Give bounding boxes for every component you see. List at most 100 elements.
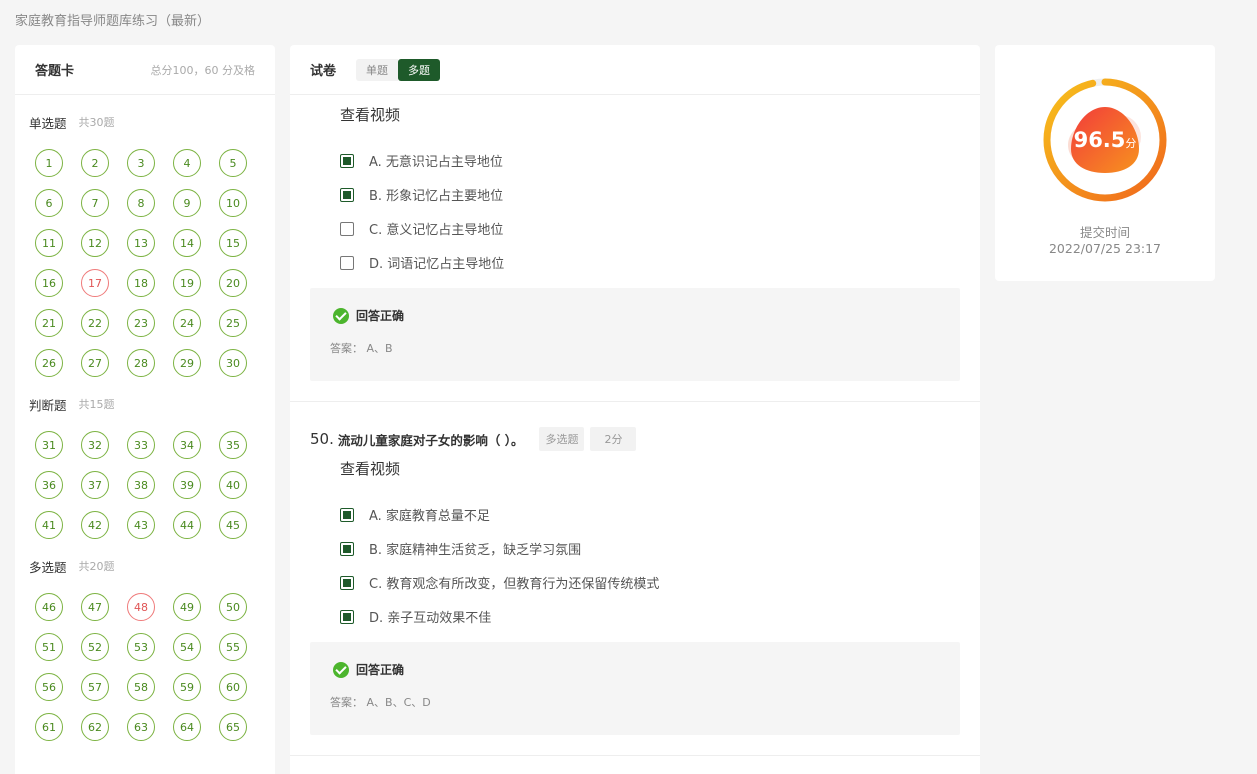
question-number-button[interactable]: 5 <box>219 149 247 177</box>
question-number-button[interactable]: 39 <box>173 471 201 499</box>
q49-option-b[interactable]: B. 形象记忆占主要地位 <box>340 185 503 204</box>
question-number-button[interactable]: 18 <box>127 269 155 297</box>
question-number-button[interactable]: 65 <box>219 713 247 741</box>
question-number-button[interactable]: 8 <box>127 189 155 217</box>
q50-option-a[interactable]: A. 家庭教育总量不足 <box>340 505 490 524</box>
question-number-button[interactable]: 30 <box>219 349 247 377</box>
question-number-button[interactable]: 3 <box>127 149 155 177</box>
question-number-button[interactable]: 26 <box>35 349 63 377</box>
question-number-button[interactable]: 42 <box>81 511 109 539</box>
checkbox[interactable] <box>340 255 354 270</box>
section-name: 判断题 <box>29 397 67 413</box>
question-number-button[interactable]: 36 <box>35 471 63 499</box>
checkbox[interactable] <box>340 187 354 202</box>
question-number-button[interactable]: 44 <box>173 511 201 539</box>
question-number: 50. <box>310 430 334 448</box>
question-number-button[interactable]: 22 <box>81 309 109 337</box>
checkbox[interactable] <box>340 221 354 236</box>
question-number-button[interactable]: 37 <box>81 471 109 499</box>
option-label: C. 意义记忆占主导地位 <box>369 223 504 238</box>
question-number-button[interactable]: 56 <box>35 673 63 701</box>
option-label: A. 无意识记占主导地位 <box>369 155 503 170</box>
tab-single[interactable]: 单题 <box>356 58 399 81</box>
answer-card-sections: 单选题 共30题 1 2 3 4 5 6 7 8 9 10 11 12 13 14 15 16 17 18 19 20 21… <box>15 95 275 741</box>
q50-option-b[interactable]: B. 家庭精神生活贫乏，缺乏学习氛围 <box>340 539 581 558</box>
q50-option-d[interactable]: D. 亲子互动效果不佳 <box>340 607 491 626</box>
section-header: 单选题 共30题 <box>29 95 261 149</box>
question-number-button[interactable]: 47 <box>81 593 109 621</box>
option-label: C. 教育观念有所改变，但教育行为还保留传统模式 <box>369 577 660 592</box>
checkbox[interactable] <box>340 541 354 556</box>
question-number-button[interactable]: 40 <box>219 471 247 499</box>
question-number-button[interactable]: 2 <box>81 149 109 177</box>
question-number-button[interactable]: 12 <box>81 229 109 257</box>
q49-option-a[interactable]: A. 无意识记占主导地位 <box>340 151 503 170</box>
question-number-button[interactable]: 17 <box>81 269 109 297</box>
question-number-button[interactable]: 45 <box>219 511 247 539</box>
question-number-button[interactable]: 57 <box>81 673 109 701</box>
question-number-button[interactable]: 15 <box>219 229 247 257</box>
question-number-button[interactable]: 13 <box>127 229 155 257</box>
question-number-button[interactable]: 38 <box>127 471 155 499</box>
question-number-button[interactable]: 43 <box>127 511 155 539</box>
question-number-button[interactable]: 55 <box>219 633 247 661</box>
checkbox[interactable] <box>340 507 354 522</box>
checkbox[interactable] <box>340 153 354 168</box>
tab-multi[interactable]: 多题 <box>398 58 441 81</box>
question-number-button[interactable]: 53 <box>127 633 155 661</box>
question-number-button[interactable]: 32 <box>81 431 109 459</box>
question-number-button[interactable]: 46 <box>35 593 63 621</box>
option-label: B. 形象记忆占主要地位 <box>369 189 504 204</box>
result-status: 回答正确 <box>333 661 404 678</box>
question-number-button[interactable]: 63 <box>127 713 155 741</box>
question-number-button[interactable]: 6 <box>35 189 63 217</box>
question-number-button[interactable]: 49 <box>173 593 201 621</box>
view-video-link[interactable]: 查看视频 <box>340 104 400 125</box>
checkbox[interactable] <box>340 575 354 590</box>
question-number-button[interactable]: 7 <box>81 189 109 217</box>
question-number-button[interactable]: 64 <box>173 713 201 741</box>
question-number-button[interactable]: 21 <box>35 309 63 337</box>
question-number-button[interactable]: 10 <box>219 189 247 217</box>
q50-option-c[interactable]: C. 教育观念有所改变，但教育行为还保留传统模式 <box>340 573 659 592</box>
question-number-button[interactable]: 33 <box>127 431 155 459</box>
question-number-button[interactable]: 34 <box>173 431 201 459</box>
question-number-button[interactable]: 4 <box>173 149 201 177</box>
question-number-button[interactable]: 60 <box>219 673 247 701</box>
checkbox[interactable] <box>340 609 354 624</box>
question-number-button[interactable]: 14 <box>173 229 201 257</box>
question-number-button[interactable]: 27 <box>81 349 109 377</box>
question-number-button[interactable]: 19 <box>173 269 201 297</box>
question-number-button[interactable]: 20 <box>219 269 247 297</box>
view-video-link[interactable]: 查看视频 <box>340 458 400 479</box>
question-number-button[interactable]: 9 <box>173 189 201 217</box>
question-number-button[interactable]: 31 <box>35 431 63 459</box>
question-number-button[interactable]: 23 <box>127 309 155 337</box>
question-number-button[interactable]: 62 <box>81 713 109 741</box>
question-number-button[interactable]: 25 <box>219 309 247 337</box>
question-number-button[interactable]: 24 <box>173 309 201 337</box>
question-number-button[interactable]: 41 <box>35 511 63 539</box>
question-number-button[interactable]: 54 <box>173 633 201 661</box>
question-number-button[interactable]: 11 <box>35 229 63 257</box>
question-number-button[interactable]: 61 <box>35 713 63 741</box>
question-number-button[interactable]: 50 <box>219 593 247 621</box>
correct-answer: 答案： A、B、C、D <box>330 696 431 709</box>
section-header: 判断题 共15题 <box>29 377 261 431</box>
question-number-button[interactable]: 35 <box>219 431 247 459</box>
question-number-button[interactable]: 16 <box>35 269 63 297</box>
q49-option-d[interactable]: D. 词语记忆占主导地位 <box>340 253 504 272</box>
question-number-button[interactable]: 58 <box>127 673 155 701</box>
question-number-button[interactable]: 29 <box>173 349 201 377</box>
question-number-button[interactable]: 52 <box>81 633 109 661</box>
answer-card-header: 答题卡 总分100，60 分及格 <box>15 45 275 95</box>
question-number-button[interactable]: 59 <box>173 673 201 701</box>
submit-time-label: 提交时间 <box>1079 225 1130 240</box>
question-number-button[interactable]: 48 <box>127 593 155 621</box>
question-number-button[interactable]: 1 <box>35 149 63 177</box>
q49-option-c[interactable]: C. 意义记忆占主导地位 <box>340 219 503 238</box>
question-number-button[interactable]: 28 <box>127 349 155 377</box>
question-number-button[interactable]: 51 <box>35 633 63 661</box>
section-name: 单选题 <box>29 115 67 131</box>
section-header: 多选题 共20题 <box>29 539 261 593</box>
